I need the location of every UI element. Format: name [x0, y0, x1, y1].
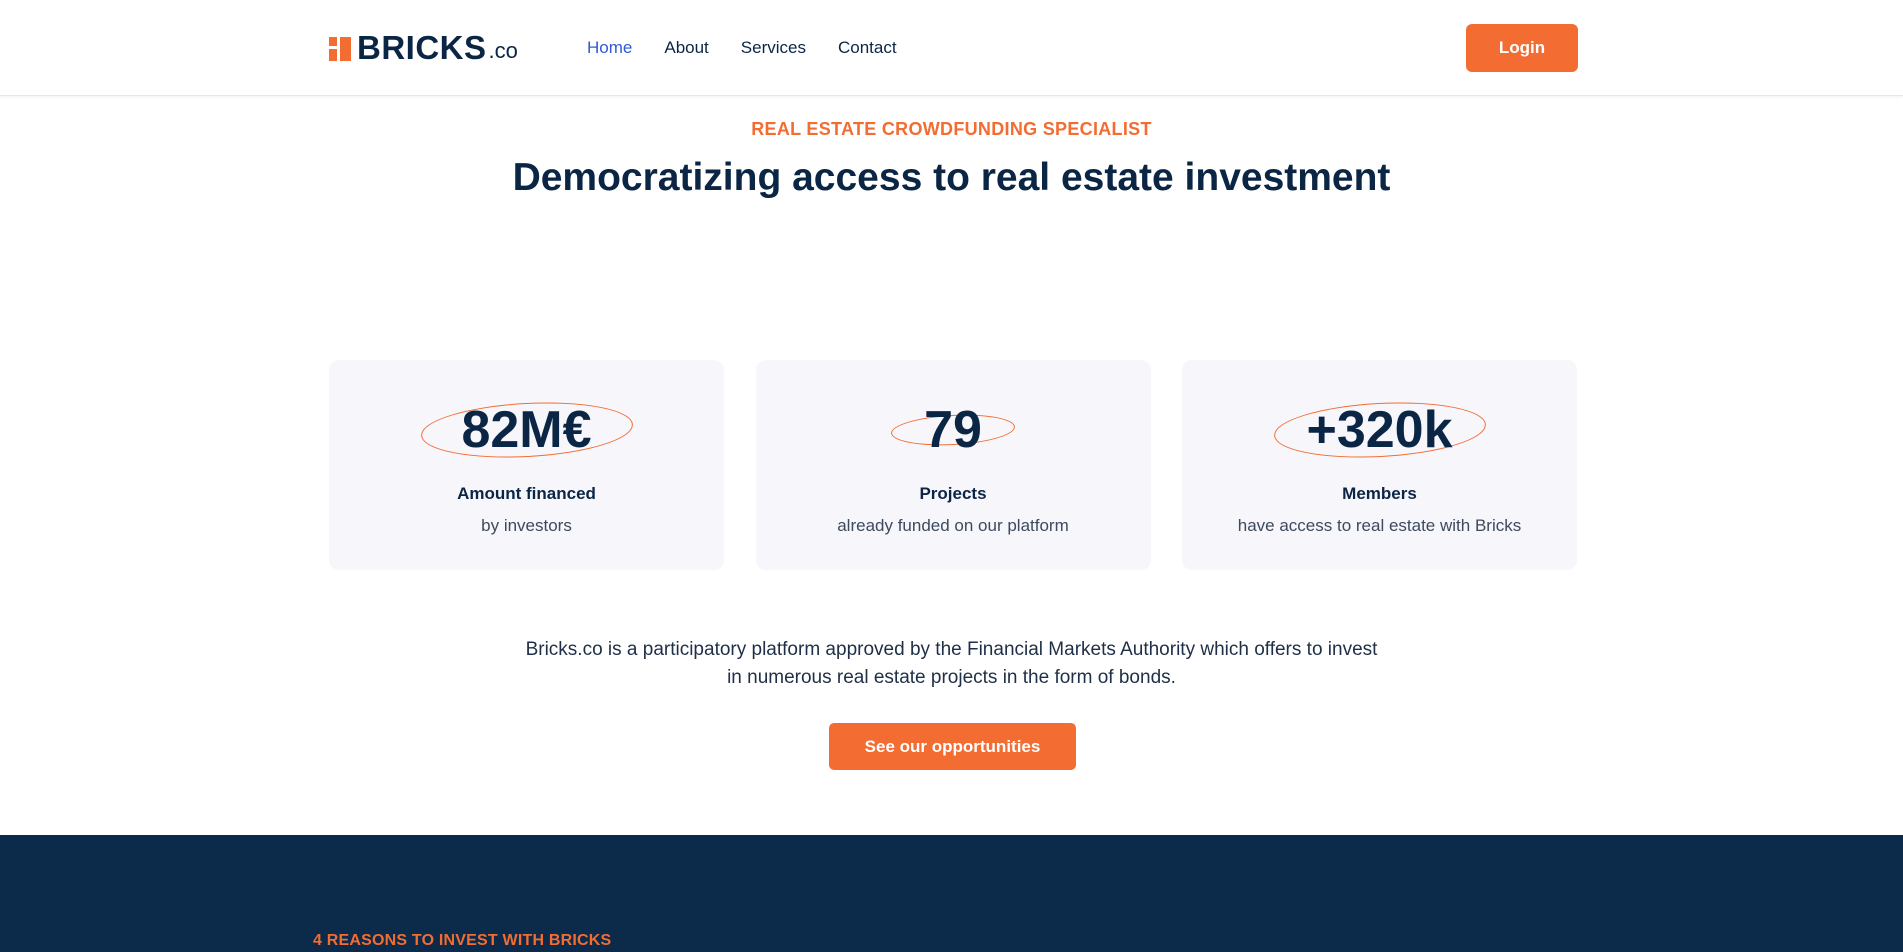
- nav-services[interactable]: Services: [741, 37, 806, 59]
- stat-label: Members: [1342, 484, 1417, 503]
- nav-contact[interactable]: Contact: [838, 37, 897, 59]
- stat-description: by investors: [481, 516, 572, 535]
- reasons-section: 4 REASONS TO INVEST WITH BRICKS: [0, 835, 1903, 952]
- stat-card-projects: 79 Projects already funded on our platfo…: [755, 360, 1151, 570]
- nav-about[interactable]: About: [664, 37, 708, 59]
- description-line: Bricks.co is a participatory platform ap…: [525, 639, 1378, 660]
- stat-description: already funded on our platform: [837, 516, 1069, 535]
- description-line: in numerous real estate projects in the …: [727, 667, 1176, 688]
- see-opportunities-button[interactable]: See our opportunities: [829, 723, 1076, 770]
- login-button[interactable]: Login: [1466, 24, 1578, 72]
- stat-card-members: +320k Members have access to real estate…: [1182, 360, 1577, 570]
- bricks-logo-icon: [329, 37, 351, 61]
- nav-home[interactable]: Home: [587, 37, 632, 59]
- stat-value: 82M€: [461, 401, 592, 459]
- site-header: BRICKS .co Home About Services Contact L…: [0, 0, 1903, 96]
- stat-value: +320k: [1306, 401, 1453, 459]
- stat-label: Projects: [919, 484, 987, 503]
- platform-description: Bricks.co is a participatory platform ap…: [0, 636, 1903, 692]
- stat-card-amount: 82M€ Amount financed by investors: [329, 360, 724, 570]
- hero-eyebrow: REAL ESTATE CROWDFUNDING SPECIALIST: [751, 119, 1152, 139]
- main-nav: Home About Services Contact: [587, 37, 929, 59]
- stat-description: have access to real estate with Bricks: [1237, 516, 1522, 535]
- logo-suffix: .co: [488, 38, 518, 63]
- hero-headline: Democratizing access to real estate inve…: [512, 156, 1391, 199]
- logo-wordmark: BRICKS: [357, 29, 487, 66]
- stat-label: Amount financed: [457, 484, 596, 503]
- stat-value: 79: [924, 401, 982, 459]
- reasons-eyebrow: 4 REASONS TO INVEST WITH BRICKS: [313, 932, 612, 949]
- brand-logo[interactable]: BRICKS .co: [329, 30, 518, 66]
- stats-row: 82M€ Amount financed by investors 79 Pro…: [329, 360, 1577, 570]
